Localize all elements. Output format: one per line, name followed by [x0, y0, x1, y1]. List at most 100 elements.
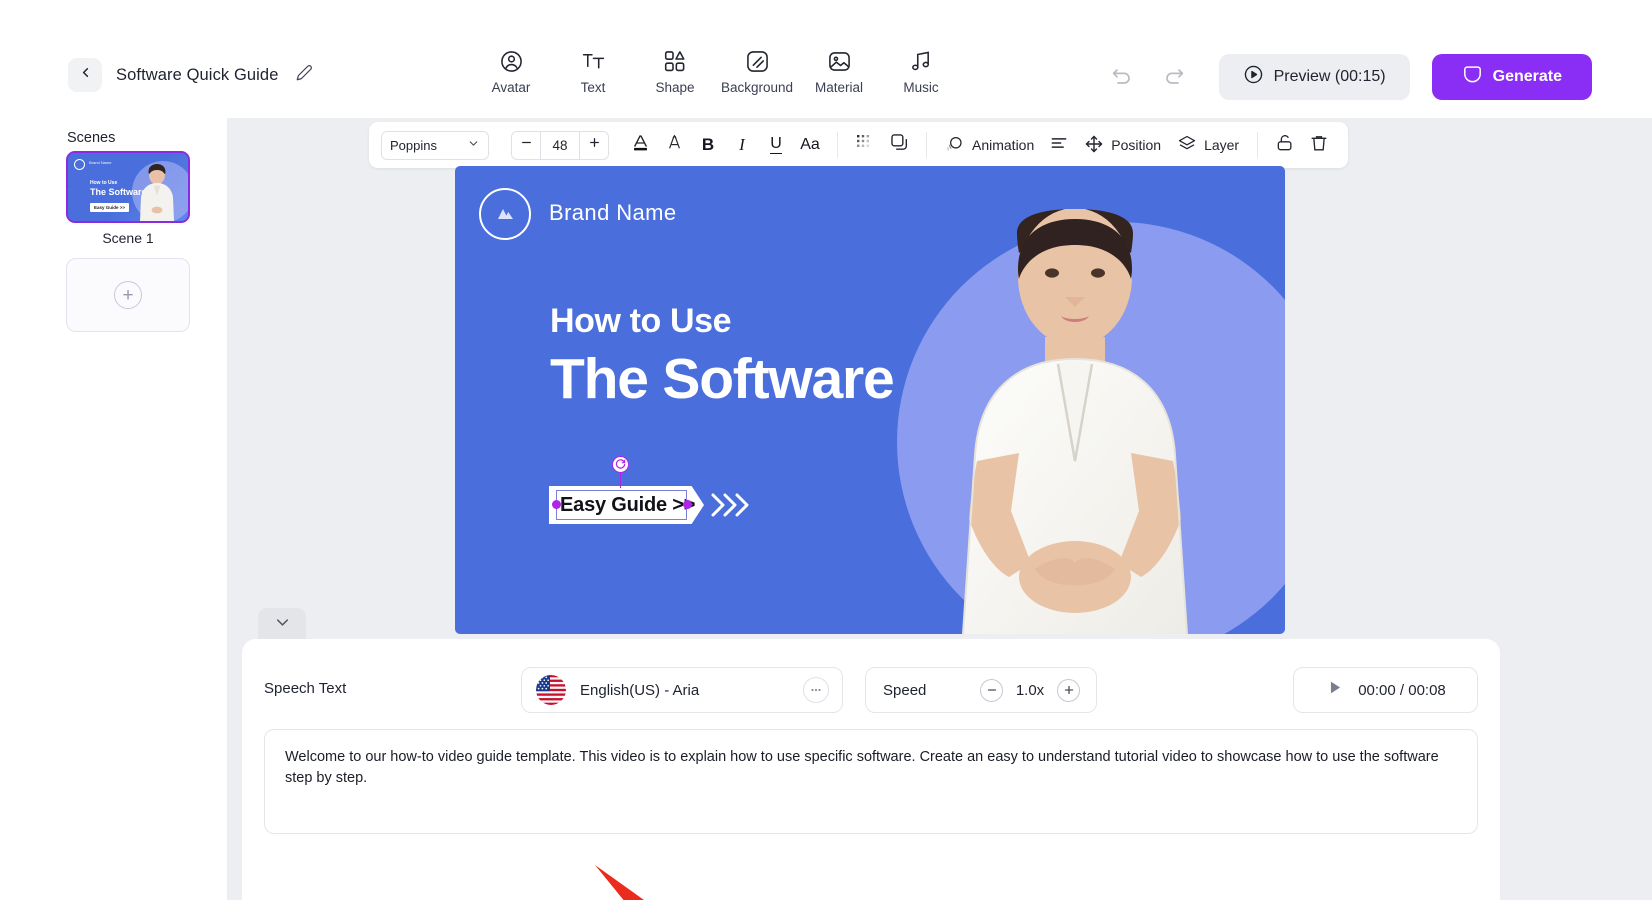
- delete-button[interactable]: [1302, 128, 1336, 162]
- font-size-increase-button[interactable]: [580, 132, 608, 159]
- font-size-stepper: 48: [511, 130, 609, 160]
- animation-button[interactable]: Animation: [937, 128, 1042, 162]
- toolbar-divider: [837, 132, 838, 158]
- undo-button[interactable]: [1107, 62, 1137, 92]
- shape-icon: [663, 48, 688, 74]
- scene-thumb-preview: Brand Name How to Use The Software Easy …: [68, 153, 188, 221]
- bold-label: B: [701, 135, 715, 154]
- speed-control: Speed 1.0x: [865, 667, 1097, 713]
- annotation-arrow-script: [593, 863, 653, 900]
- canvas-heading-2[interactable]: The Software: [550, 346, 895, 412]
- generate-label: Generate: [1492, 68, 1562, 85]
- pencil-icon: [295, 64, 313, 87]
- text-outline-button[interactable]: [657, 128, 691, 162]
- opacity-button[interactable]: [848, 128, 882, 162]
- tool-shape[interactable]: Shape: [634, 48, 716, 95]
- copy-icon: [889, 132, 910, 158]
- voice-more-button[interactable]: [803, 677, 829, 703]
- video-editor-app: Software Quick Guide Avatar Text Shape B…: [0, 0, 1652, 900]
- plus-icon: +: [114, 281, 142, 309]
- audio-player[interactable]: 00:00 / 00:08: [1293, 667, 1478, 713]
- tool-text[interactable]: Text: [552, 48, 634, 95]
- font-size-decrease-button[interactable]: [512, 132, 540, 159]
- text-icon: [581, 48, 606, 74]
- font-size-input[interactable]: 48: [540, 131, 580, 159]
- video-canvas[interactable]: Brand Name How to Use The Software Easy …: [455, 166, 1285, 634]
- top-toolbar: Software Quick Guide Avatar Text Shape B…: [0, 0, 1652, 118]
- collapse-panel-button[interactable]: [258, 608, 306, 642]
- cta-element[interactable]: Easy Guide >>: [549, 456, 749, 524]
- case-label: Aa: [800, 136, 820, 153]
- font-family-select[interactable]: Poppins: [381, 130, 489, 160]
- text-case-button[interactable]: Aa: [793, 128, 827, 162]
- play-icon[interactable]: [1325, 678, 1344, 702]
- avatar-presenter-image[interactable]: [905, 209, 1245, 634]
- duplicate-button[interactable]: [882, 128, 916, 162]
- back-button[interactable]: [68, 58, 102, 92]
- lock-button[interactable]: [1268, 128, 1302, 162]
- chevron-left-icon: [78, 65, 93, 85]
- align-left-icon: [1049, 133, 1069, 158]
- text-color-button[interactable]: [623, 128, 657, 162]
- add-scene-button[interactable]: +: [66, 258, 190, 332]
- minus-icon: [520, 136, 533, 154]
- bold-button[interactable]: B: [691, 128, 725, 162]
- rotate-handle-icon: [615, 459, 626, 469]
- tool-label: Music: [903, 80, 939, 95]
- underline-label: U: [770, 135, 782, 154]
- rotate-handle[interactable]: [612, 456, 629, 473]
- voice-name: English(US) - Aria: [580, 681, 700, 699]
- speed-increase-button[interactable]: [1057, 678, 1080, 702]
- tool-background[interactable]: Background: [716, 48, 798, 95]
- preview-button[interactable]: Preview (00:15): [1218, 54, 1410, 100]
- editor-tools: Avatar Text Shape Background Material Mu…: [470, 48, 962, 95]
- canvas-brand-name[interactable]: Brand Name: [549, 200, 677, 226]
- script-textarea[interactable]: Welcome to our how-to video guide templa…: [264, 729, 1478, 834]
- voice-select[interactable]: English(US) - Aria: [521, 667, 843, 713]
- plus-circle-icon: [1064, 685, 1073, 695]
- tool-label: Shape: [655, 80, 695, 95]
- speed-decrease-button[interactable]: [980, 678, 1003, 702]
- layer-button[interactable]: Layer: [1169, 128, 1247, 162]
- mountain-icon: [498, 209, 513, 219]
- italic-button[interactable]: I: [725, 128, 759, 162]
- tool-label: Avatar: [491, 80, 531, 95]
- toolbar-divider: [926, 132, 927, 158]
- redo-icon: [1162, 63, 1186, 92]
- selection-bounding-box: [556, 490, 687, 520]
- text-color-icon: [630, 132, 651, 158]
- align-button[interactable]: [1042, 128, 1076, 162]
- trash-icon: [1309, 133, 1329, 158]
- tool-avatar[interactable]: Avatar: [470, 48, 552, 95]
- canvas-heading-1[interactable]: How to Use: [550, 302, 732, 341]
- speed-value: 1.0x: [1015, 681, 1045, 699]
- tool-music[interactable]: Music: [880, 48, 962, 95]
- animation-icon: [945, 134, 965, 157]
- move-icon: [1084, 134, 1104, 157]
- scene-thumbnail-1[interactable]: Brand Name How to Use The Software Easy …: [66, 151, 190, 223]
- resize-handle-left[interactable]: [552, 500, 561, 509]
- underline-button[interactable]: U: [759, 128, 793, 162]
- preview-label: Preview (00:15): [1273, 68, 1386, 85]
- editor-stage: Poppins 48 B I U Aa Animation Position L…: [228, 118, 1652, 900]
- brand-logo[interactable]: [479, 188, 531, 240]
- music-icon: [909, 48, 934, 74]
- edit-title-button[interactable]: [293, 64, 315, 86]
- tool-material[interactable]: Material: [798, 48, 880, 95]
- transparency-icon: [855, 133, 875, 158]
- animation-label: Animation: [972, 137, 1035, 153]
- speed-stepper: 1.0x: [980, 678, 1080, 702]
- font-family-value: Poppins: [390, 137, 437, 153]
- position-button[interactable]: Position: [1076, 128, 1169, 162]
- redo-button[interactable]: [1159, 62, 1189, 92]
- thumb-avatar-image: [140, 164, 174, 221]
- tool-label: Material: [814, 80, 863, 95]
- us-flag-icon: [536, 675, 566, 705]
- text-outline-icon: [664, 132, 685, 158]
- avatar-icon: [499, 48, 524, 74]
- generate-button[interactable]: Generate: [1431, 54, 1592, 100]
- resize-handle-right[interactable]: [683, 500, 692, 509]
- plus-icon: [588, 136, 601, 154]
- thumb-logo-icon: [74, 159, 85, 170]
- scene-label-1: Scene 1: [102, 230, 154, 246]
